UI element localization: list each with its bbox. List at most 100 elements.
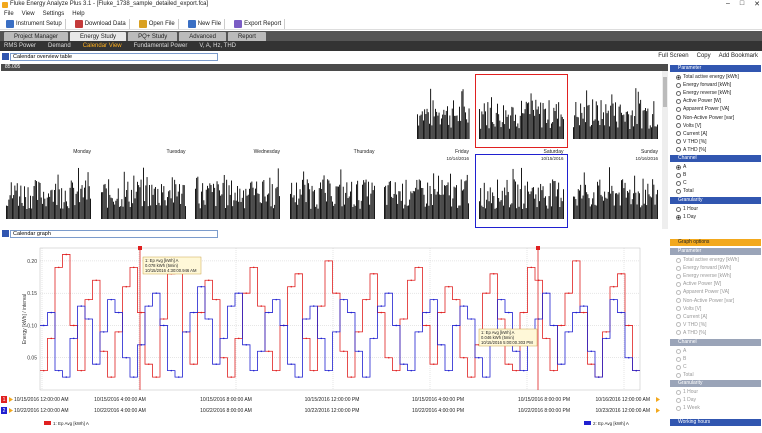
option-item[interactable]: Apparent Power [VA]	[676, 289, 729, 295]
tab-report[interactable]: Report	[227, 32, 266, 41]
option-item[interactable]: Energy forward [kWh]	[676, 265, 731, 271]
option-item[interactable]: V THD [%]	[676, 139, 707, 145]
copy-button[interactable]: Copy	[697, 53, 711, 59]
cursor-handle[interactable]	[138, 246, 142, 250]
option-item[interactable]: A	[676, 164, 686, 170]
option-item[interactable]: Volts [V]	[676, 306, 701, 312]
option-item[interactable]: 1 Day	[676, 214, 696, 220]
instrument-setup-button[interactable]: Instrument Setup	[3, 18, 66, 29]
radio-button[interactable]	[676, 180, 681, 186]
channel-header[interactable]: Channel	[670, 155, 761, 162]
option-item[interactable]: Energy reverse [kWh]	[676, 90, 731, 96]
calendar-cell[interactable]: Saturday	[474, 154, 568, 235]
radio-button[interactable]	[676, 139, 681, 145]
option-item[interactable]: V THD [%]	[676, 322, 707, 328]
option-item[interactable]: B	[676, 172, 686, 178]
graph-granularity-header[interactable]: Granularity	[670, 380, 761, 387]
graph-parameter-header[interactable]: Parameter	[670, 248, 761, 255]
radio-button[interactable]	[676, 147, 681, 153]
option-item[interactable]: A THD [%]	[676, 147, 706, 153]
scroll-left-icon[interactable]	[9, 397, 13, 402]
calendar-cell[interactable]: Tuesday	[98, 155, 189, 235]
full-screen-button[interactable]: Full Screen	[658, 53, 688, 59]
radio-button[interactable]	[676, 397, 681, 403]
option-item[interactable]: Total	[676, 372, 694, 378]
scroll-left-icon[interactable]	[9, 408, 13, 413]
tab-pq-study[interactable]: PQ+ Study	[128, 32, 178, 41]
cursor-handle[interactable]	[536, 246, 540, 250]
tab-advanced[interactable]: Advanced	[179, 32, 226, 41]
radio-button[interactable]	[676, 106, 681, 112]
radio-button[interactable]	[676, 98, 681, 104]
option-item[interactable]: Total active energy [kWh]	[676, 257, 739, 263]
radio-button[interactable]	[676, 306, 681, 312]
radio-button[interactable]	[676, 257, 681, 263]
radio-button[interactable]	[676, 82, 681, 88]
option-item[interactable]: A THD [%]	[676, 330, 706, 336]
calendar-cell[interactable]: Thursday	[287, 155, 378, 235]
calendar-cell[interactable]: Sunday	[570, 155, 661, 235]
radio-button[interactable]	[676, 389, 681, 395]
radio-button[interactable]	[676, 206, 681, 212]
radio-button[interactable]	[676, 115, 681, 120]
radio-button[interactable]	[676, 298, 681, 303]
option-item[interactable]: Current [A]	[676, 131, 707, 137]
option-item[interactable]: Total	[676, 188, 694, 194]
radio-button[interactable]	[676, 188, 681, 194]
calendar-graph-chart[interactable]: 0.20 0.15 0.10 0.05 Energy [kWh] / interval 1…	[0, 240, 668, 431]
close-icon[interactable]: ✕	[754, 0, 760, 8]
radio-button[interactable]	[676, 265, 681, 271]
option-item[interactable]: Energy forward [kWh]	[676, 82, 731, 88]
option-item[interactable]: Active Power [W]	[676, 98, 721, 104]
option-item[interactable]: Energy reverse [kWh]	[676, 273, 731, 279]
radio-button[interactable]	[676, 289, 681, 295]
tab-demand[interactable]: Demand	[48, 43, 71, 49]
calendar-cell[interactable]: Tuesday	[98, 75, 189, 155]
radio-button[interactable]	[676, 74, 681, 80]
radio-button[interactable]	[676, 123, 681, 129]
export-report-button[interactable]: Export Report	[231, 18, 286, 29]
collapse-icon[interactable]	[2, 230, 9, 237]
chart-svg[interactable]: 0.20 0.15 0.10 0.05 Energy [kWh] / interval 1…	[0, 240, 668, 431]
calendar-cell[interactable]: Wednesday	[192, 155, 283, 235]
calendar-cell[interactable]: Thursday	[287, 75, 378, 155]
radio-button[interactable]	[676, 214, 681, 220]
option-item[interactable]: A	[676, 348, 686, 354]
scrollbar-thumb[interactable]	[663, 77, 667, 107]
graph-options-header[interactable]: Graph options	[670, 239, 761, 246]
radio-button[interactable]	[676, 405, 681, 411]
tab-v-a-hz-thd[interactable]: V, A, Hz, THD	[199, 43, 236, 49]
radio-button[interactable]	[676, 131, 681, 137]
vertical-scrollbar[interactable]	[662, 71, 668, 229]
option-item[interactable]: Total active energy [kWh]	[676, 74, 739, 80]
option-item[interactable]: B	[676, 356, 686, 362]
tab-energy-study[interactable]: Energy Study	[70, 32, 127, 41]
working-hours-header[interactable]: Working hours	[670, 419, 761, 426]
scroll-right-icon[interactable]	[656, 408, 660, 413]
option-item[interactable]: C	[676, 364, 687, 370]
radio-button[interactable]	[676, 322, 681, 328]
menu-view[interactable]: View	[22, 11, 35, 17]
open-file-button[interactable]: Open File	[136, 18, 179, 29]
tab-fundamental-power[interactable]: Fundamental Power	[134, 43, 188, 49]
radio-button[interactable]	[676, 348, 681, 354]
granularity-header[interactable]: Granularity	[670, 197, 761, 204]
option-item[interactable]: 1 Hour	[676, 389, 698, 395]
radio-button[interactable]	[676, 273, 681, 279]
option-item[interactable]: Current [A]	[676, 314, 707, 320]
menu-help[interactable]: Help	[72, 11, 84, 17]
radio-button[interactable]	[676, 364, 681, 370]
option-item[interactable]: Volts [V]	[676, 123, 701, 129]
collapse-icon[interactable]	[2, 53, 9, 60]
minimize-icon[interactable]: –	[726, 0, 730, 8]
parameter-header[interactable]: Parameter	[670, 65, 761, 72]
calendar-cell[interactable]: Friday 10/14/2016	[381, 75, 472, 161]
option-item[interactable]: Non-Active Power [var]	[676, 298, 734, 304]
new-file-button[interactable]: New File	[185, 18, 226, 29]
calendar-cell[interactable]: Sunday 10/16/2016	[570, 75, 661, 161]
option-item[interactable]: Active Power [W]	[676, 281, 721, 287]
radio-button[interactable]	[676, 172, 681, 178]
calendar-cell[interactable]: Friday	[381, 155, 472, 235]
radio-button[interactable]	[676, 356, 681, 362]
tab-project-manager[interactable]: Project Manager	[4, 32, 69, 41]
